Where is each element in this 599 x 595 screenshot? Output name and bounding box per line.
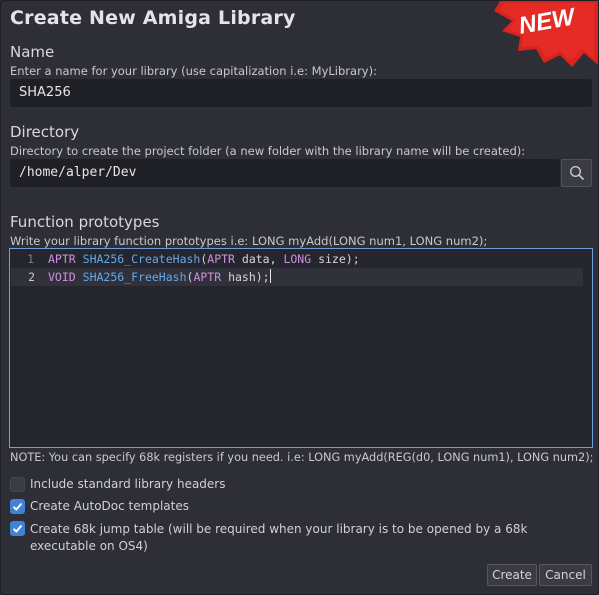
name-hint: Enter a name for your library (use capit…	[10, 64, 377, 78]
checkmark-icon	[12, 524, 23, 533]
option-label: Include standard library headers	[30, 477, 226, 491]
new-badge: NEW	[494, 1, 598, 67]
autodoc-checkbox[interactable]	[10, 499, 25, 514]
library-name-input[interactable]: SHA256	[10, 79, 592, 107]
name-section-title: Name	[10, 43, 55, 61]
option-include-headers[interactable]: Include standard library headers	[10, 477, 226, 492]
dialog-title: Create New Amiga Library	[10, 7, 296, 29]
checkmark-icon	[12, 502, 23, 511]
include-headers-checkbox[interactable]	[10, 477, 25, 492]
registers-note: NOTE: You can specify 68k registers if y…	[10, 451, 594, 464]
jump-table-checkbox[interactable]	[10, 521, 25, 536]
prototypes-code-editor[interactable]: 1 APTR SHA256_CreateHash(APTR data, LONG…	[9, 248, 593, 448]
cancel-button[interactable]: Cancel	[539, 564, 592, 586]
option-autodoc[interactable]: Create AutoDoc templates	[10, 499, 189, 514]
option-jump-table[interactable]: Create 68k jump table (will be required …	[10, 521, 592, 555]
option-label: Create 68k jump table (will be required …	[30, 522, 528, 553]
code-line: 1 APTR SHA256_CreateHash(APTR data, LONG…	[10, 250, 582, 268]
text-caret	[269, 269, 271, 283]
line-number: 1	[27, 252, 34, 266]
create-library-dialog: Create New Amiga Library NEW Name Enter …	[0, 0, 599, 595]
line-number: 2	[28, 270, 35, 284]
code-line-active: 2 VOID SHA256_FreeHash(APTR hash);	[11, 268, 583, 286]
prototypes-section-title: Function prototypes	[10, 213, 160, 231]
prototypes-hint: Write your library function prototypes i…	[10, 234, 488, 248]
directory-input[interactable]: /home/alper/Dev	[10, 159, 560, 187]
option-label: Create AutoDoc templates	[30, 499, 189, 513]
search-icon	[569, 165, 584, 181]
directory-hint: Directory to create the project folder (…	[10, 144, 526, 158]
browse-directory-button[interactable]	[561, 159, 592, 187]
directory-section-title: Directory	[10, 123, 80, 141]
create-button[interactable]: Create	[487, 564, 537, 586]
